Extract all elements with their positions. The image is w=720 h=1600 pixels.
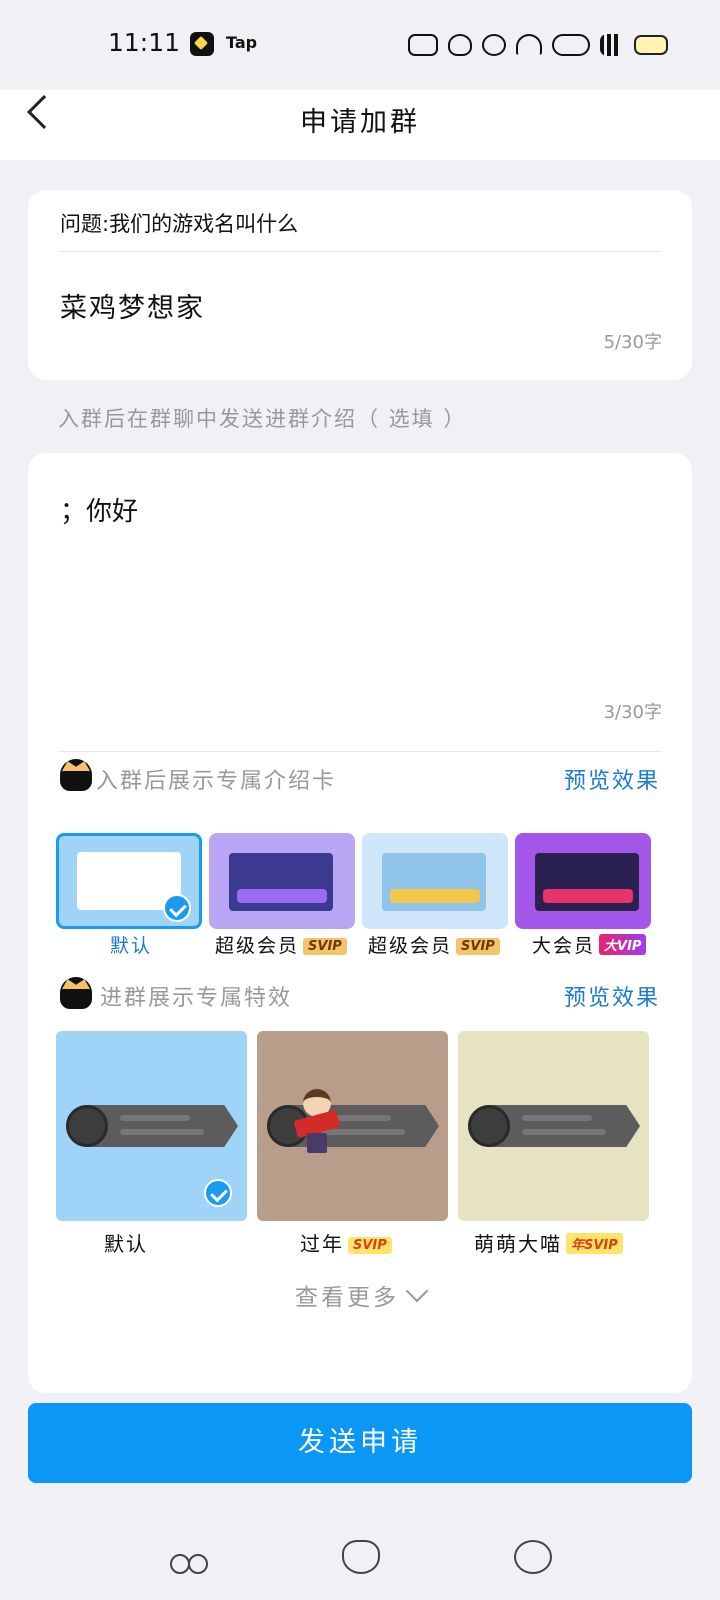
strawberry-icon[interactable] <box>342 1540 380 1574</box>
card-label-text: 默认 <box>110 935 153 957</box>
5g-signal-icon <box>600 34 624 56</box>
card-preview-bar <box>237 889 327 903</box>
answer-char-count: 5/30字 <box>603 332 662 353</box>
tap-app-icon <box>190 32 214 56</box>
nfc-icon <box>408 34 438 56</box>
answer-input[interactable]: 菜鸡梦想家 <box>60 286 205 325</box>
card-label-text: 超级会员 <box>368 935 453 957</box>
card-preview-link[interactable]: 预览效果 <box>564 763 660 795</box>
effect-label-new-year: 过年 SVIP <box>300 1228 392 1257</box>
status-bar: 11:11 Tap <box>0 0 720 90</box>
check-icon <box>204 1179 232 1207</box>
question-label: 问题:我们的游戏名叫什么 <box>60 212 299 236</box>
intro-char-count: 3/30字 <box>603 702 662 723</box>
bike-icon[interactable] <box>170 1540 208 1574</box>
effect-line <box>120 1115 190 1121</box>
effect-option-cat[interactable] <box>458 1031 649 1221</box>
big-vip-badge: 大VIP <box>599 934 647 955</box>
svip-badge: SVIP <box>456 938 500 955</box>
intro-input[interactable]: ；你好 <box>60 491 138 528</box>
effect-label-default: 默认 <box>104 1228 148 1257</box>
effect-line <box>120 1129 204 1135</box>
crown-icon <box>60 977 92 1009</box>
chevron-down-icon <box>405 1279 429 1303</box>
view-more-button[interactable]: 查看更多 <box>28 1278 692 1312</box>
effect-preview-link[interactable]: 预览效果 <box>564 980 660 1012</box>
svip-badge: SVIP <box>348 1237 392 1254</box>
effect-label-text: 默认 <box>104 1232 148 1256</box>
card-preview-bar <box>390 889 480 903</box>
question-card: 问题:我们的游戏名叫什么 菜鸡梦想家 5/30字 <box>28 190 692 380</box>
annual-svip-badge: 年SVIP <box>566 1233 623 1254</box>
tap-label: Tap <box>226 33 258 52</box>
view-more-label: 查看更多 <box>295 1285 399 1311</box>
character-legs <box>307 1133 327 1153</box>
card-label-text: 大会员 <box>532 935 596 957</box>
card-section-title: 入群后展示专属介绍卡 <box>96 769 337 794</box>
card-option-svip-1[interactable] <box>209 833 355 929</box>
card-label-text: 超级会员 <box>215 935 300 957</box>
effect-option-new-year[interactable] <box>257 1031 448 1221</box>
crown-icon <box>60 759 92 791</box>
effect-label-cat: 萌萌大喵 年SVIP <box>474 1228 623 1257</box>
intro-card: ；你好 3/30字 入群后展示专属介绍卡 预览效果 默认 超级会员 SVIP 超级… <box>28 453 692 1393</box>
svip-badge: SVIP <box>303 938 347 955</box>
cloud-icon[interactable] <box>514 1540 552 1574</box>
card-label-big-vip: 大会员 大VIP <box>532 931 647 958</box>
intro-hint: 入群后在群聊中发送进群介绍（ 选填 ） <box>58 407 467 431</box>
effect-label-text: 萌萌大喵 <box>474 1232 562 1256</box>
card-label-default: 默认 <box>110 931 152 958</box>
send-request-button[interactable]: 发送申请 <box>28 1403 692 1483</box>
status-time: 11:11 <box>108 28 181 57</box>
divider <box>58 251 662 252</box>
check-icon <box>163 894 191 922</box>
new-year-character-icon <box>293 1089 341 1155</box>
cat-icon <box>448 34 472 56</box>
page-title: 申请加群 <box>300 107 420 138</box>
avatar <box>66 1105 108 1147</box>
effect-line <box>522 1129 606 1135</box>
battery-icon <box>634 35 668 55</box>
card-option-svip-2[interactable] <box>362 833 508 929</box>
card-option-big-vip[interactable] <box>515 833 651 929</box>
heart-icon <box>482 34 506 56</box>
wifi-icon <box>516 34 542 56</box>
divider <box>58 751 662 752</box>
card-preview-bar <box>543 889 633 903</box>
effect-section-title: 进群展示专属特效 <box>100 986 293 1011</box>
status-icons <box>408 28 668 62</box>
avatar <box>468 1105 510 1147</box>
card-option-default[interactable] <box>56 833 202 929</box>
effect-line <box>522 1115 592 1121</box>
effect-option-default[interactable] <box>56 1031 247 1221</box>
hd-icon <box>552 34 590 56</box>
card-label-svip-2: 超级会员 SVIP <box>368 931 500 958</box>
card-label-svip-1: 超级会员 SVIP <box>215 931 347 958</box>
effect-label-text: 过年 <box>300 1232 344 1256</box>
